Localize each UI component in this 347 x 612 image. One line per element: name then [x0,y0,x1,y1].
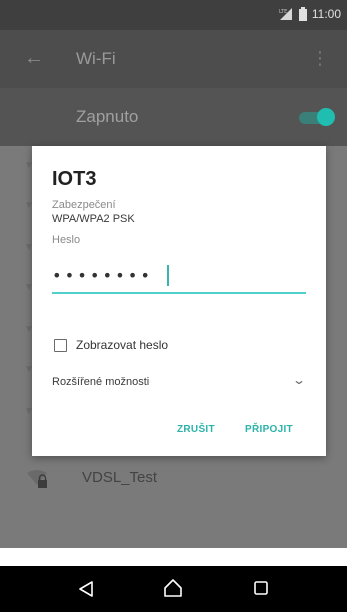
security-value: WPA/WPA2 PSK [52,213,135,225]
wifi-toggle-thumb[interactable] [317,108,335,126]
status-icons: LTE 11:00 [278,7,341,21]
security-label: Zabezpečení [52,199,116,211]
recents-icon[interactable] [254,581,268,595]
list-item[interactable] [0,458,347,498]
status-time: 11:00 [311,7,341,21]
show-password-label[interactable]: Zobrazovat heslo [76,338,168,352]
text-caret [167,265,169,286]
navigation-bar [0,566,347,612]
signal-icon: LTE [279,8,292,20]
back-icon[interactable] [78,581,94,597]
dialog-title: IOT3 [52,168,97,190]
wifi-master-switch-row[interactable]: Zapnuto [0,88,347,146]
back-arrow-icon[interactable]: ← [24,48,44,68]
home-icon[interactable] [164,579,182,597]
cancel-button[interactable]: ZRUŠIT [177,424,215,435]
status-bar: LTE 11:00 [0,0,347,30]
wifi-locked-icon [27,470,47,488]
wifi-switch-label: Zapnuto [76,107,139,126]
chevron-down-icon[interactable]: ⌄ [292,373,306,387]
connect-button[interactable]: PŘIPOJIT [245,424,293,435]
password-label: Heslo [52,234,81,246]
network-name: VDSL_Test [82,469,158,486]
wifi-connect-dialog: IOT3 Zabezpečení WPA/WPA2 PSK Heslo Zobr… [32,146,326,456]
toolbar: ← Wi-Fi ⋮ [0,30,347,88]
password-input[interactable] [52,258,306,294]
overflow-menu-icon[interactable]: ⋮ [311,49,329,67]
battery-icon [298,7,307,21]
svg-text:LTE: LTE [279,9,287,15]
advanced-options-label[interactable]: Rozšířené možnosti [52,376,149,388]
page-title: Wi-Fi [76,49,116,68]
show-password-checkbox[interactable] [54,339,67,352]
